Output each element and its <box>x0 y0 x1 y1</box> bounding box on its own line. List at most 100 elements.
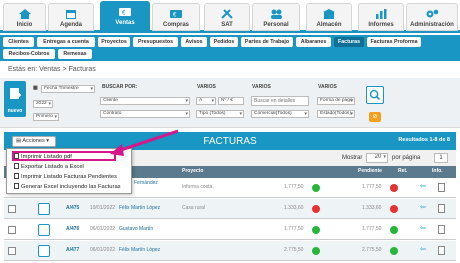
status-dot <box>312 184 320 192</box>
nav-tab-personal[interactable]: Personal <box>252 3 300 31</box>
client-name[interactable]: Fernández <box>134 180 158 186</box>
buscar-por-label: BUSCAR POR: <box>102 84 138 90</box>
row-checkbox[interactable] <box>8 247 16 255</box>
calendar-filter-icon: ▦ <box>33 85 38 91</box>
subtab-albaranes[interactable]: Albaranes <box>296 37 331 47</box>
nav-tab-almacen[interactable]: Almacén <box>306 3 352 31</box>
subtab-clientes[interactable]: Clientes <box>3 37 34 47</box>
client-name[interactable]: Gustavo Martín <box>119 226 153 232</box>
commercial-select[interactable]: Comercial(Todos) <box>251 110 309 118</box>
purchases-icon: € <box>170 10 182 19</box>
navigate-arrow-icon[interactable]: ⇦ <box>420 224 426 232</box>
search-button[interactable] <box>366 86 384 104</box>
nav-tab-agenda[interactable]: Agenda <box>48 3 94 31</box>
series-select[interactable]: A <box>196 97 216 105</box>
quarter-select[interactable]: Primero <box>33 113 59 121</box>
status-dot <box>390 184 398 192</box>
printer-icon <box>14 173 19 179</box>
add-document-icon <box>10 88 21 99</box>
invoice-number[interactable]: A/476 <box>66 226 79 232</box>
nav-tab-informes[interactable]: Informes <box>358 3 404 31</box>
view-icon[interactable] <box>38 224 50 236</box>
status-dot <box>312 247 320 255</box>
table-row[interactable]: A/475 19/01/2022 Félix Martín López Casa… <box>4 199 456 219</box>
invoice-date: 06/01/2022 <box>90 247 116 253</box>
pending-amount: 1.333,60 <box>362 205 382 211</box>
search-icon <box>369 89 381 101</box>
row-checkbox[interactable] <box>8 205 16 213</box>
nav-tab-administracion[interactable]: Administración <box>406 3 458 31</box>
per-page-label: por página <box>392 155 421 161</box>
navigate-arrow-icon[interactable]: ⇦ <box>420 182 426 190</box>
status-dot <box>312 205 320 213</box>
subtab-avisos[interactable]: Avisos <box>181 37 207 47</box>
top-navigation: Inicio Agenda € Ventas € Compras SAT Per… <box>0 0 460 33</box>
document-info-icon[interactable] <box>438 204 445 213</box>
document-info-icon[interactable] <box>438 225 445 234</box>
navigate-arrow-icon[interactable]: ⇦ <box>420 203 426 211</box>
search-by-select-1[interactable]: Cliente <box>100 97 190 105</box>
page-number-select[interactable]: 1 <box>434 153 448 163</box>
search-by-select-2[interactable]: Contrato <box>100 110 190 118</box>
nav-tab-label: Informes <box>368 22 394 28</box>
varios-label-2: VARIOS <box>252 84 271 90</box>
document-info-icon[interactable] <box>438 246 445 255</box>
subtab-partes[interactable]: Partes de Trabajo <box>241 37 293 47</box>
nav-tab-label: Ventas <box>115 20 135 26</box>
pending-amount: 1.777,50 <box>362 184 382 190</box>
invoice-date: 19/01/2022 <box>90 205 116 211</box>
client-name[interactable]: Félix Martín López <box>119 247 160 253</box>
actions-dropdown[interactable]: ▤ Acciones ▾ <box>12 136 56 147</box>
subtab-pedidos[interactable]: Pedidos <box>210 37 238 47</box>
table-row[interactable]: A/476 06/01/2022 Gustavo Martín 1.777,50… <box>4 220 456 240</box>
nav-tab-compras[interactable]: € Compras <box>152 3 200 31</box>
varios-label-3: VARIOS <box>318 84 337 90</box>
actions-menu: Imprimir Listado pdf Exportar Listado a … <box>6 148 132 194</box>
status-dot <box>390 226 398 234</box>
new-invoice-button[interactable]: nuevo <box>4 81 26 117</box>
payment-method-select[interactable]: Forma de pago <box>317 97 355 105</box>
menu-item-print-pending[interactable]: Imprimir Listado Facturas Pendientes <box>14 173 117 180</box>
per-page-select[interactable]: 20 <box>366 153 388 163</box>
details-search-input[interactable] <box>251 96 309 106</box>
number-amount-input[interactable]: Nº / € <box>218 97 244 105</box>
table-row[interactable]: A/477 06/01/2022 Félix Martín López 2.77… <box>4 241 456 261</box>
invoice-number[interactable]: A/475 <box>66 205 79 211</box>
actions-label: Acciones <box>22 138 45 144</box>
status-dot <box>390 205 398 213</box>
subtab-entregas[interactable]: Entregas a cuenta <box>37 37 95 47</box>
document-info-icon[interactable] <box>438 183 445 192</box>
view-icon[interactable] <box>38 245 50 257</box>
status-dot <box>390 247 398 255</box>
results-count: Resultados 1-8 de 8 <box>398 137 450 143</box>
subtab-recibos[interactable]: Recibos-Cobros <box>3 49 55 59</box>
year-select[interactable]: 2022 <box>33 100 53 108</box>
subtab-remesas[interactable]: Remesas <box>58 49 92 59</box>
status-select[interactable]: Estado(Todos) <box>317 110 355 118</box>
gears-icon <box>426 9 439 18</box>
subtab-facturas[interactable]: Facturas <box>334 37 364 47</box>
row-checkbox[interactable] <box>8 226 16 234</box>
menu-item-label: Exportar Listado a Excel <box>21 164 84 170</box>
nav-tab-label: SAT <box>221 22 233 28</box>
subtab-presupuestos[interactable]: Presupuestos <box>133 37 178 47</box>
date-type-select[interactable]: Fecha Trimestre <box>41 85 95 93</box>
nav-tab-label: Almacén <box>316 22 342 28</box>
menu-item-export-excel[interactable]: Exportar Listado a Excel <box>14 163 84 170</box>
client-name[interactable]: Félix Martín López <box>119 205 160 211</box>
column-proyecto: Proyecto <box>182 168 204 174</box>
nav-tab-label: Personal <box>263 22 289 28</box>
subtab-facturas-proforma[interactable]: Facturas Proforma <box>367 37 421 47</box>
nav-tab-sat[interactable]: SAT <box>204 3 250 31</box>
column-pendiente: Pendiente <box>358 168 382 174</box>
clear-filters-button[interactable]: ⊘ <box>369 112 381 122</box>
type-select[interactable]: Tipo (Todos) <box>196 110 244 118</box>
nav-tab-ventas[interactable]: € Ventas <box>100 1 150 33</box>
view-icon[interactable] <box>38 203 50 215</box>
invoice-number[interactable]: A/477 <box>66 247 79 253</box>
subtab-proyectos[interactable]: Proyectos <box>98 37 130 47</box>
nav-tab-inicio[interactable]: Inicio <box>3 3 46 31</box>
sub-navigation: Clientes Entregas a cuenta Proyectos Pre… <box>0 35 460 61</box>
menu-item-generate-excel[interactable]: Generar Excel incluyendo las Facturas <box>14 183 121 190</box>
navigate-arrow-icon[interactable]: ⇦ <box>420 245 426 253</box>
